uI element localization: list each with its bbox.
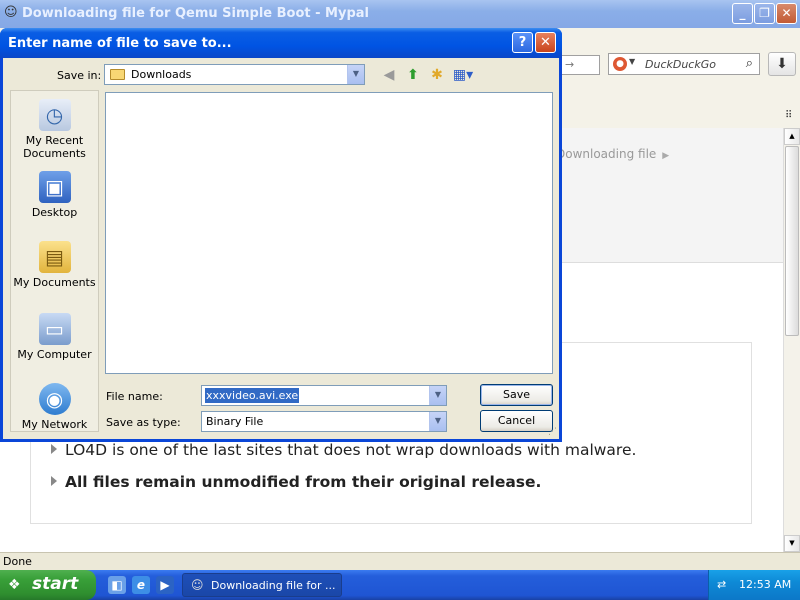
place-label: My Network <box>21 418 88 431</box>
file-list[interactable] <box>105 92 553 374</box>
scroll-down-icon[interactable]: ▼ <box>784 535 800 552</box>
vertical-scrollbar[interactable]: ▲ ▼ <box>783 128 800 552</box>
places-bar: ◷ My Recent Documents ▣ Desktop ▤ My Doc… <box>10 90 99 432</box>
list-item: All files remain unmodified from their o… <box>51 473 541 491</box>
scroll-up-icon[interactable]: ▲ <box>784 128 800 145</box>
downloads-button[interactable]: ⬇ <box>768 52 796 76</box>
save-button[interactable]: Save <box>480 384 553 406</box>
breadcrumb: Downloading file ▶ <box>556 147 669 161</box>
maximize-button[interactable]: ❐ <box>754 3 775 24</box>
cancel-button[interactable]: Cancel <box>480 410 553 432</box>
folder-icon <box>110 69 125 80</box>
bullet-text: All files remain unmodified from their o… <box>65 473 542 491</box>
start-label: start <box>32 574 79 594</box>
network-tray-icon[interactable]: ⇄ <box>717 578 726 591</box>
place-my-recent-documents[interactable]: ◷ My Recent Documents <box>11 99 98 160</box>
chevron-down-icon[interactable]: ▼ <box>429 412 446 431</box>
browser-close-button[interactable]: ✕ <box>776 3 797 24</box>
system-tray: ⇄ 12:53 AM <box>708 570 800 600</box>
chevron-down-icon[interactable]: ▼ <box>429 386 446 405</box>
place-my-network[interactable]: ◉ My Network <box>11 383 98 431</box>
save-in-label: Save in: <box>57 69 102 82</box>
resize-grip-icon[interactable]: ⋰ <box>548 427 557 437</box>
dialog-titlebar: Enter name of file to save to... ? ✕ <box>0 28 562 58</box>
bullet-triangle-icon <box>51 444 57 454</box>
breadcrumb-arrow-icon: ▶ <box>662 151 670 161</box>
place-my-computer[interactable]: ▭ My Computer <box>11 313 98 361</box>
start-button[interactable]: ❖ start <box>0 570 96 600</box>
desktop-icon: ▣ <box>38 171 71 203</box>
save-in-select[interactable]: Downloads ▼ <box>104 64 365 85</box>
chevron-down-icon[interactable]: ▼ <box>347 65 364 84</box>
chevron-down-icon[interactable]: ▼ <box>629 57 635 66</box>
grip-icon: ⠿ <box>785 110 793 121</box>
explorer-quicklaunch-icon[interactable]: ◧ <box>108 576 126 594</box>
windows-logo-icon: ❖ <box>8 577 21 593</box>
duckduckgo-icon: ● <box>613 57 627 71</box>
mypal-app-icon: ☺ <box>191 578 204 592</box>
minimize-button[interactable]: _ <box>732 3 753 24</box>
media-player-icon[interactable]: ▶ <box>156 576 174 594</box>
help-button[interactable]: ? <box>512 32 533 53</box>
save-in-value: Downloads <box>131 68 192 81</box>
list-item: LO4D is one of the last sites that does … <box>51 441 636 459</box>
file-name-label: File name: <box>106 390 163 403</box>
my-documents-icon: ▤ <box>38 241 71 273</box>
recent-documents-icon: ◷ <box>38 99 71 131</box>
save-as-type-select[interactable]: Binary File ▼ <box>201 411 447 432</box>
mypal-app-icon: ☺ <box>4 5 18 20</box>
taskbar: ❖ start ◧ e ▶ ☺ Downloading file for ...… <box>0 570 800 600</box>
my-computer-icon: ▭ <box>38 313 71 345</box>
back-icon[interactable]: ◀ <box>379 65 399 85</box>
save-as-type-label: Save as type: <box>106 416 181 429</box>
dialog-close-button[interactable]: ✕ <box>535 32 556 53</box>
place-my-documents[interactable]: ▤ My Documents <box>11 241 98 289</box>
taskbar-item-downloading[interactable]: ☺ Downloading file for ... <box>182 573 342 597</box>
views-menu-icon[interactable]: ▦▾ <box>451 65 475 85</box>
taskbar-item-label: Downloading file for ... <box>211 579 336 592</box>
my-network-icon: ◉ <box>38 383 71 415</box>
save-as-type-value: Binary File <box>206 415 264 428</box>
search-input[interactable]: ● ▼ DuckDuckGo ⌕ <box>608 53 760 75</box>
bullet-triangle-icon <box>51 476 57 486</box>
bullet-text: LO4D is one of the last sites that does … <box>65 441 637 459</box>
status-text: Done <box>3 555 32 568</box>
dialog-title: Enter name of file to save to... <box>8 36 232 51</box>
place-label: My Documents <box>13 276 96 289</box>
internet-explorer-icon[interactable]: e <box>132 576 150 594</box>
new-folder-icon[interactable]: ✱ <box>427 65 447 85</box>
breadcrumb-label: Downloading file <box>556 147 657 161</box>
place-label: Desktop <box>31 206 78 219</box>
url-bar[interactable]: → <box>560 55 600 75</box>
search-icon[interactable]: ⌕ <box>746 56 753 71</box>
file-name-field[interactable]: xxxvideo.avi.exe ▼ <box>201 385 447 406</box>
place-desktop[interactable]: ▣ Desktop <box>11 171 98 219</box>
browser-title: Downloading file for Qemu Simple Boot - … <box>22 6 369 21</box>
file-name-value[interactable]: xxxvideo.avi.exe <box>205 388 300 403</box>
clock[interactable]: 12:53 AM <box>739 578 791 591</box>
up-folder-icon[interactable]: ⬆ <box>403 65 423 85</box>
scroll-thumb[interactable] <box>785 146 799 336</box>
save-file-dialog: Enter name of file to save to... ? ✕ Sav… <box>0 28 562 442</box>
browser-titlebar: ☺ Downloading file for Qemu Simple Boot … <box>0 0 800 28</box>
place-label: My Recent Documents <box>23 134 86 160</box>
place-label: My Computer <box>17 348 92 361</box>
search-placeholder: DuckDuckGo <box>645 58 716 71</box>
status-bar: Done <box>0 552 800 570</box>
